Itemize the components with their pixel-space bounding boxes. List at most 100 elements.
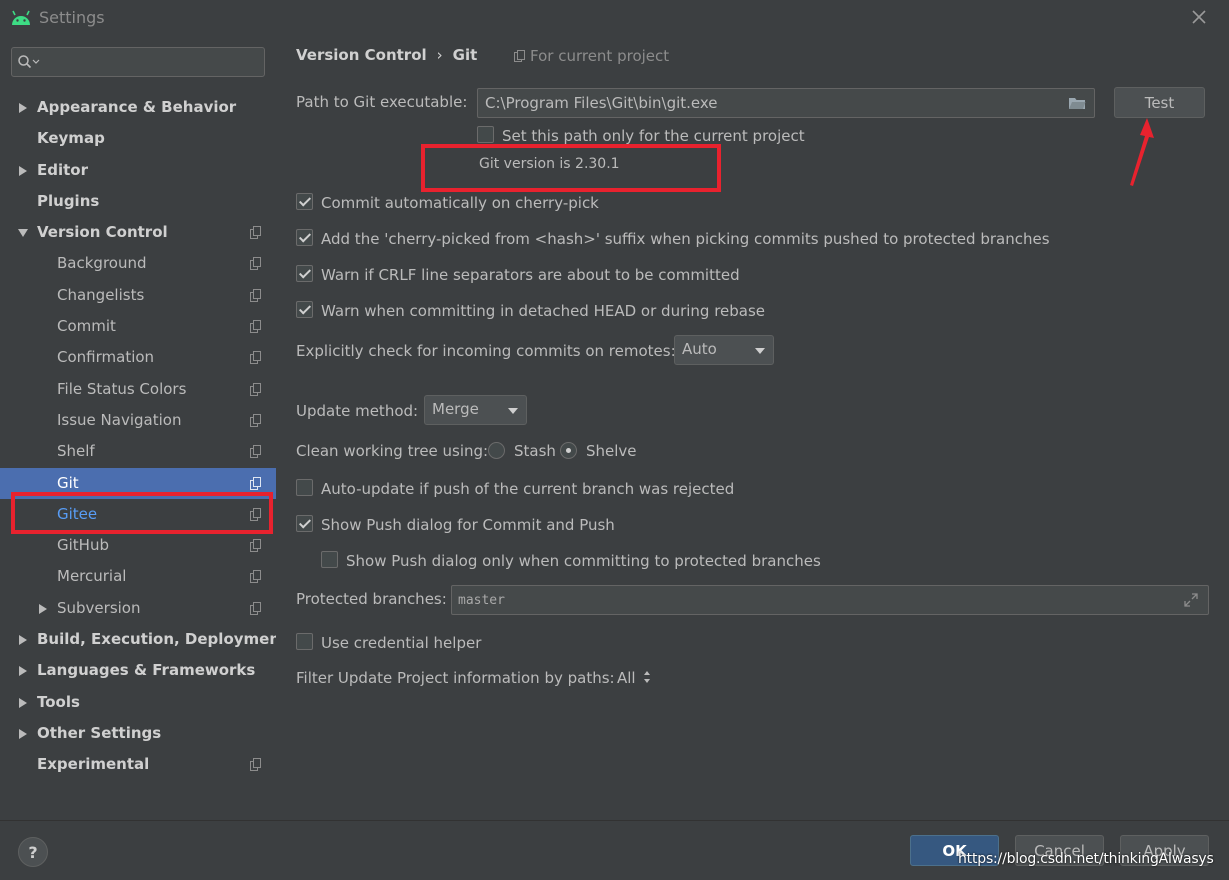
project-scope-icon	[250, 507, 261, 521]
filter-paths-label: Filter Update Project information by pat…	[296, 669, 615, 687]
collapsed-arrow-icon[interactable]	[17, 165, 29, 177]
project-scope-icon	[250, 601, 261, 615]
show-push-protected-checkbox[interactable]	[321, 551, 338, 568]
detached-head-checkbox[interactable]	[296, 301, 313, 318]
show-push-label: Show Push dialog for Commit and Push	[321, 516, 615, 534]
sidebar-item-label: Languages & Frameworks	[37, 661, 256, 680]
stash-label: Stash	[514, 442, 556, 460]
sidebar-item-label: Plugins	[37, 191, 100, 210]
show-push-protected-label: Show Push dialog only when committing to…	[346, 552, 821, 570]
git-settings-panel: Version Control › Git For current project …	[276, 36, 1229, 820]
collapsed-arrow-icon[interactable]	[17, 665, 29, 677]
sidebar-item-subversion[interactable]: Subversion	[0, 593, 276, 624]
sidebar-item-other-settings[interactable]: Other Settings	[0, 718, 276, 749]
sidebar-item-mercurial[interactable]: Mercurial	[0, 561, 276, 592]
sidebar-item-label: Tools	[37, 692, 80, 711]
sidebar-item-appearance-behavior[interactable]: Appearance & Behavior	[0, 92, 276, 123]
sidebar-item-commit[interactable]: Commit	[0, 311, 276, 342]
project-scope-icon	[250, 758, 261, 772]
sidebar-item-version-control[interactable]: Version Control	[0, 217, 276, 248]
sidebar-item-editor[interactable]: Editor	[0, 155, 276, 186]
breadcrumb: Version Control › Git	[296, 46, 477, 64]
window-title: Settings	[39, 8, 105, 27]
sidebar-item-label: Background	[57, 254, 147, 273]
sidebar-item-file-status-colors[interactable]: File Status Colors	[0, 374, 276, 405]
set-path-checkbox[interactable]	[477, 126, 494, 143]
crlf-warning-checkbox[interactable]	[296, 265, 313, 282]
chevron-down-icon	[755, 348, 765, 354]
sidebar-item-keymap[interactable]: Keymap	[0, 123, 276, 154]
breadcrumb-git: Git	[452, 46, 478, 64]
sidebar-item-label: Build, Execution, Deployment	[37, 630, 288, 649]
git-path-input[interactable]	[485, 93, 1055, 113]
path-label: Path to Git executable:	[296, 93, 468, 111]
credential-helper-checkbox[interactable]	[296, 633, 313, 650]
up-down-chevron-icon	[644, 671, 651, 683]
folder-icon[interactable]	[1068, 96, 1086, 110]
sidebar-item-plugins[interactable]: Plugins	[0, 186, 276, 217]
shelve-radio[interactable]	[560, 442, 577, 459]
expanded-arrow-icon[interactable]	[17, 227, 29, 239]
sidebar-item-tools[interactable]: Tools	[0, 687, 276, 718]
sidebar-item-changelists[interactable]: Changelists	[0, 280, 276, 311]
collapsed-arrow-icon[interactable]	[17, 728, 29, 740]
protected-branches-label: Protected branches:	[296, 590, 447, 608]
sidebar-item-build-execution-deployment[interactable]: Build, Execution, Deployment	[0, 624, 287, 655]
project-scope-icon	[250, 351, 261, 365]
collapsed-arrow-icon[interactable]	[37, 603, 49, 615]
incoming-commits-label: Explicitly check for incoming commits on…	[296, 342, 676, 360]
filter-paths-selector[interactable]: All	[617, 669, 651, 687]
stash-radio[interactable]	[488, 442, 505, 459]
sidebar-item-label: Appearance & Behavior	[37, 98, 237, 116]
cherry-picked-suffix-checkbox[interactable]	[296, 229, 313, 246]
show-push-checkbox[interactable]	[296, 515, 313, 532]
collapsed-arrow-icon[interactable]	[17, 634, 29, 646]
cherry-pick-checkbox[interactable]	[296, 193, 313, 210]
sidebar-item-languages-frameworks[interactable]: Languages & Frameworks	[0, 655, 276, 686]
set-path-label: Set this path only for the current proje…	[502, 127, 805, 145]
help-button[interactable]: ?	[18, 837, 48, 867]
update-method-dropdown[interactable]: Merge	[424, 395, 527, 425]
sidebar-item-shelf[interactable]: Shelf	[0, 436, 276, 467]
project-scope-icon	[250, 288, 261, 302]
project-scope-icon	[250, 570, 261, 584]
watermark: https://blog.csdn.net/thinkingAlwasys	[958, 851, 1214, 867]
collapsed-arrow-icon[interactable]	[17, 102, 29, 114]
protected-branches-input[interactable]	[458, 591, 1158, 609]
close-icon[interactable]	[1189, 7, 1209, 27]
breadcrumb-version-control[interactable]: Version Control	[296, 46, 427, 64]
collapsed-arrow-icon[interactable]	[17, 697, 29, 709]
settings-search[interactable]	[11, 47, 265, 77]
clean-tree-label: Clean working tree using:	[296, 442, 489, 460]
test-button[interactable]: Test	[1114, 87, 1205, 118]
search-icon	[18, 55, 40, 69]
sidebar-item-confirmation[interactable]: Confirmation	[0, 342, 276, 373]
title-bar: Settings	[0, 0, 1229, 36]
dialog-footer: ? OK Cancel Apply https://blog.csdn.net/…	[0, 820, 1229, 880]
project-scope-icon	[250, 382, 261, 396]
incoming-commits-value: Auto	[682, 340, 717, 358]
sidebar-item-label: Git	[57, 473, 79, 492]
project-scope-icon	[250, 539, 261, 553]
sidebar-item-label: Issue Navigation	[57, 410, 182, 429]
protected-branches-field[interactable]	[451, 585, 1209, 615]
incoming-commits-dropdown[interactable]: Auto	[674, 335, 774, 365]
sidebar-item-git[interactable]: Git	[0, 467, 276, 499]
sidebar-item-label: Gitee	[57, 504, 98, 523]
sidebar-item-background[interactable]: Background	[0, 248, 276, 279]
sidebar-item-gitee[interactable]: Gitee	[0, 499, 276, 530]
sidebar-item-label: Commit	[57, 317, 116, 336]
git-path-field[interactable]	[477, 88, 1095, 118]
auto-update-checkbox[interactable]	[296, 479, 313, 496]
settings-sidebar: Appearance & Behavior Keymap Editor Plugins…	[0, 36, 287, 820]
search-input[interactable]	[42, 51, 257, 73]
expand-icon[interactable]	[1183, 592, 1199, 608]
sidebar-item-label: Experimental	[37, 755, 150, 774]
sidebar-item-github[interactable]: GitHub	[0, 530, 276, 561]
sidebar-item-label: File Status Colors	[57, 379, 187, 398]
cherry-pick-label: Commit automatically on cherry-pick	[321, 194, 599, 212]
sidebar-item-issue-navigation[interactable]: Issue Navigation	[0, 405, 276, 436]
sidebar-item-experimental[interactable]: Experimental	[0, 749, 276, 780]
auto-update-label: Auto-update if push of the current branc…	[321, 480, 735, 498]
project-scope-icon	[250, 445, 261, 459]
